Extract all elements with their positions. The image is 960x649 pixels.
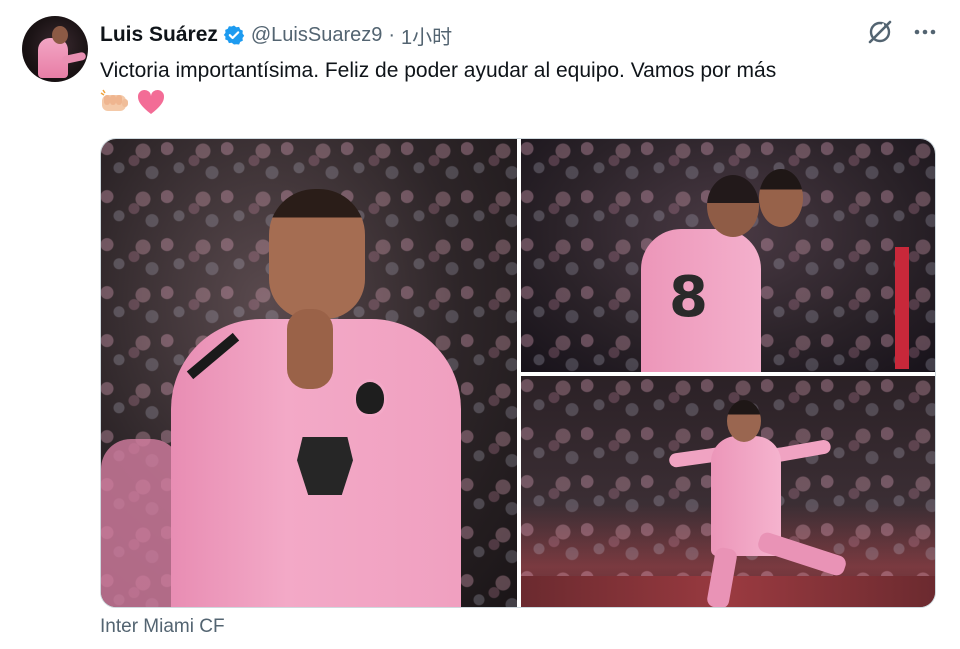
player-teammate-left xyxy=(101,439,181,607)
fist-bump-icon xyxy=(100,89,130,120)
player-hand xyxy=(287,309,333,389)
tweet-header: Luis Suárez @LuisSuarez9 · 1小时 xyxy=(100,20,452,50)
media-grid: 8 xyxy=(100,138,936,608)
user-handle[interactable]: @LuisSuarez9 xyxy=(251,24,382,47)
media-caption[interactable]: Inter Miami CF xyxy=(100,616,225,638)
red-flag xyxy=(895,247,909,369)
photo-running-celebration[interactable] xyxy=(521,376,935,607)
player-head xyxy=(269,189,365,319)
more-options-icon[interactable] xyxy=(912,19,938,45)
player-head-second xyxy=(759,169,803,227)
club-crest-icon xyxy=(353,379,387,417)
tweet-top-actions xyxy=(866,18,938,46)
pink-heart-icon xyxy=(136,88,166,121)
photo-hug[interactable]: 8 xyxy=(521,139,935,372)
avatar-figure-head xyxy=(52,26,68,44)
photo-main-celebration[interactable] xyxy=(101,139,517,607)
separator-dot: · xyxy=(388,23,396,46)
avatar[interactable] xyxy=(22,16,88,82)
verified-badge-icon[interactable] xyxy=(223,24,245,46)
display-name[interactable]: Luis Suárez xyxy=(100,23,218,47)
player-head xyxy=(727,400,761,442)
jersey-number: 8 xyxy=(669,265,708,330)
grok-icon[interactable] xyxy=(866,18,894,46)
post-time[interactable]: 1小时 xyxy=(401,21,452,50)
emoji-row xyxy=(100,88,166,121)
player-head xyxy=(707,175,759,237)
tweet-card: Luis Suárez @LuisSuarez9 · 1小时 Victoria … xyxy=(0,0,960,649)
tweet-text: Victoria importantísima. Feliz de poder … xyxy=(100,59,777,82)
